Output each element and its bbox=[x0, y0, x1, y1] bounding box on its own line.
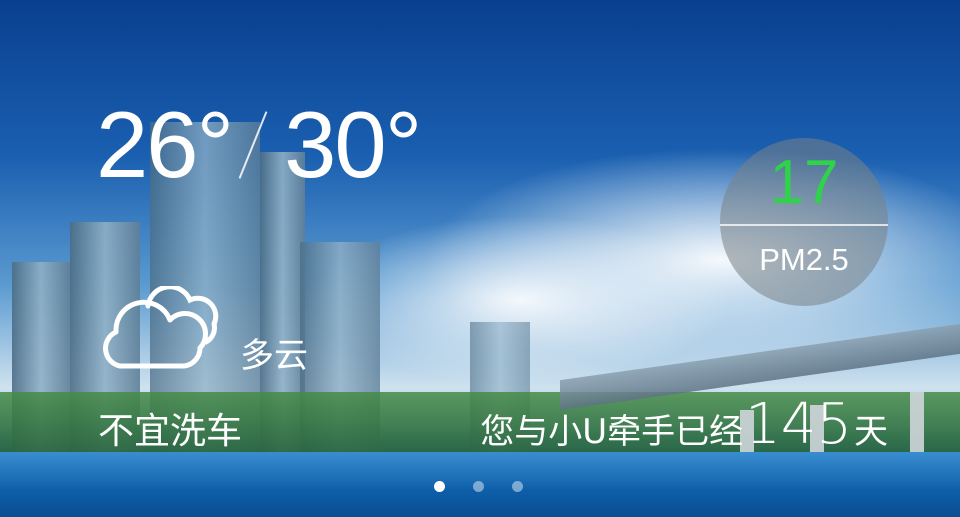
companion-suffix: 天 bbox=[854, 412, 888, 452]
page-dot-1[interactable] bbox=[434, 481, 445, 492]
cloud-icon bbox=[103, 286, 219, 369]
car-wash-advice: 不宜洗车 bbox=[98, 411, 243, 452]
pm25-badge[interactable]: 17 PM2.5 bbox=[720, 138, 888, 306]
page-dot-3[interactable] bbox=[512, 481, 523, 492]
companion-day-count: 145 bbox=[745, 392, 852, 457]
page-indicator bbox=[434, 481, 523, 492]
temp-low: 26° bbox=[96, 92, 234, 197]
pm25-label: PM2.5 bbox=[759, 242, 849, 277]
pm25-value: 17 bbox=[769, 148, 839, 217]
temp-separator bbox=[238, 111, 268, 179]
companion-days: 您与小U牵手已经 145 天 bbox=[480, 392, 888, 457]
weather-condition: 多云 bbox=[240, 336, 308, 376]
temperature-range: 26° 30° bbox=[96, 92, 422, 197]
page-dot-2[interactable] bbox=[473, 481, 484, 492]
companion-prefix: 您与小U牵手已经 bbox=[480, 412, 744, 452]
pm25-divider bbox=[720, 224, 888, 226]
temp-high: 30° bbox=[284, 92, 422, 197]
